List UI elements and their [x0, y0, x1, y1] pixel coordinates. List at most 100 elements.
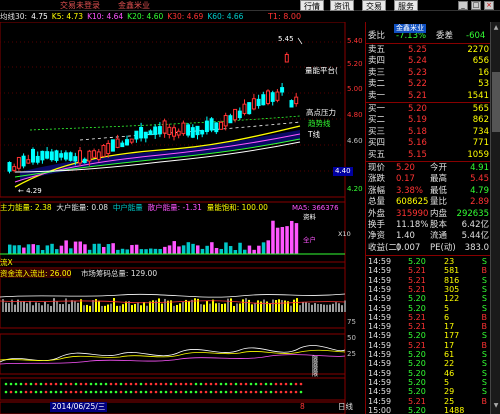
tick-side: S	[481, 257, 487, 266]
flow-bar	[125, 301, 127, 312]
ma-item: 4.75	[31, 12, 48, 21]
candle-body	[96, 151, 101, 160]
vol-legend-item: 散户能量: -1.31	[147, 203, 202, 212]
signal-dot	[119, 390, 123, 394]
tick-volume: 17	[444, 340, 455, 350]
candle-body	[289, 100, 294, 108]
candle-body	[148, 130, 153, 136]
candle-body	[270, 92, 275, 102]
tick-side: B	[481, 322, 488, 332]
ma-item: K60: 4.66	[207, 12, 244, 21]
candle-body	[134, 130, 139, 140]
login-status-link[interactable]: 交易未登录	[60, 0, 100, 11]
tick-volume: 29	[444, 387, 455, 397]
tick-time: 14:59	[368, 322, 392, 332]
tick-side: S	[481, 377, 487, 387]
bid-volume: 862	[472, 115, 489, 126]
volume-bar	[285, 226, 289, 254]
minimize-icon[interactable]: _	[458, 1, 468, 10]
flow-bar	[50, 305, 52, 312]
signal-dot	[9, 382, 13, 386]
candle-body	[87, 150, 92, 162]
candle-body	[16, 156, 21, 169]
volume-bar	[167, 245, 172, 254]
vol-legend-item: 中户能量	[112, 203, 143, 212]
ask-volume: 2270	[467, 45, 489, 55]
signal-dot	[19, 390, 23, 394]
weidiff-value: -604	[466, 31, 486, 41]
vol-tag: 全户	[303, 236, 316, 244]
scroll-up-icon[interactable]: ▲	[492, 24, 500, 32]
flow-bar	[332, 303, 334, 312]
volume-bar	[200, 248, 205, 254]
tick-side: B	[481, 266, 488, 276]
tick-row: 14:59 5.21 25 B	[366, 397, 491, 406]
candle-body	[256, 98, 261, 107]
signal-dot	[24, 382, 28, 386]
candle-body	[172, 127, 176, 137]
stat-label: 外盘	[368, 208, 386, 219]
menu-news[interactable]: 资讯	[330, 0, 354, 11]
right-scrollbar[interactable]: ▲ ▼	[490, 22, 500, 414]
signal-dot	[34, 382, 38, 386]
flow-bar	[302, 302, 304, 312]
signal-dot	[204, 382, 208, 386]
tick-row: 14:59 5.20 46 S	[366, 369, 491, 378]
date-cursor-label: 2014/06/25/三	[50, 402, 108, 412]
signal-dot	[209, 390, 213, 394]
stat-label: 换手	[368, 220, 386, 230]
flow-bar	[41, 305, 43, 312]
volume-bar	[294, 223, 299, 254]
signal-dot	[279, 390, 283, 394]
signal-dot	[39, 390, 43, 394]
menu-trade[interactable]: 交易	[362, 0, 386, 11]
candle-body	[12, 166, 17, 171]
volume-bar	[116, 249, 120, 254]
flow-bar	[59, 304, 61, 312]
volume-bar	[233, 249, 238, 254]
signal-dot	[64, 390, 68, 394]
signal-dot	[259, 390, 263, 394]
x10-label: X10	[338, 230, 351, 238]
signal-dot	[219, 390, 223, 394]
candle-body	[82, 158, 87, 164]
stat-value: 0.17	[396, 174, 415, 185]
stock-name-link[interactable]: 金鑫米业	[118, 0, 150, 11]
flow-bar	[77, 302, 79, 312]
signal-dot	[139, 382, 143, 386]
volume-bar	[83, 244, 87, 254]
volume-bar	[290, 220, 294, 254]
signal-dot	[89, 390, 93, 394]
bid-row: 买一 5.20 565	[366, 104, 491, 115]
y-tick: 5.40	[347, 37, 363, 45]
signal-dot	[219, 382, 223, 386]
menu-service[interactable]: 服务	[394, 0, 418, 11]
flow-bar	[200, 304, 202, 312]
vol-legend-item: 量能饱和: 100.00	[206, 203, 268, 212]
scroll-down-icon[interactable]: ▼	[492, 402, 500, 410]
signal-dot	[164, 382, 168, 386]
stat-value: 3.38%	[396, 185, 424, 196]
flow-bar	[314, 303, 316, 312]
flow-bar	[257, 300, 259, 312]
close-icon[interactable]: ×	[484, 1, 494, 10]
tick-time: 14:59	[368, 340, 392, 350]
candle-body	[242, 103, 247, 114]
scroll-thumb[interactable]	[492, 72, 500, 132]
signal-dot	[184, 390, 188, 394]
flow-bar	[278, 299, 280, 312]
flow-bar	[320, 304, 322, 312]
signal-dot	[84, 390, 88, 394]
maximize-icon[interactable]: □	[471, 1, 481, 10]
flow-bar	[242, 299, 244, 312]
volume-bar	[102, 247, 106, 254]
stat-value: 5.20	[396, 163, 415, 173]
flow-bar	[8, 302, 10, 312]
flow-bar	[329, 304, 331, 312]
flow-bar	[104, 305, 106, 312]
period-tab-daily[interactable]: 日线	[338, 402, 353, 412]
tick-time: 15:00	[368, 405, 392, 414]
tick-side: S	[481, 359, 487, 369]
bid-level-label: 买五	[368, 149, 386, 160]
menu-market[interactable]: 行情	[300, 0, 324, 11]
